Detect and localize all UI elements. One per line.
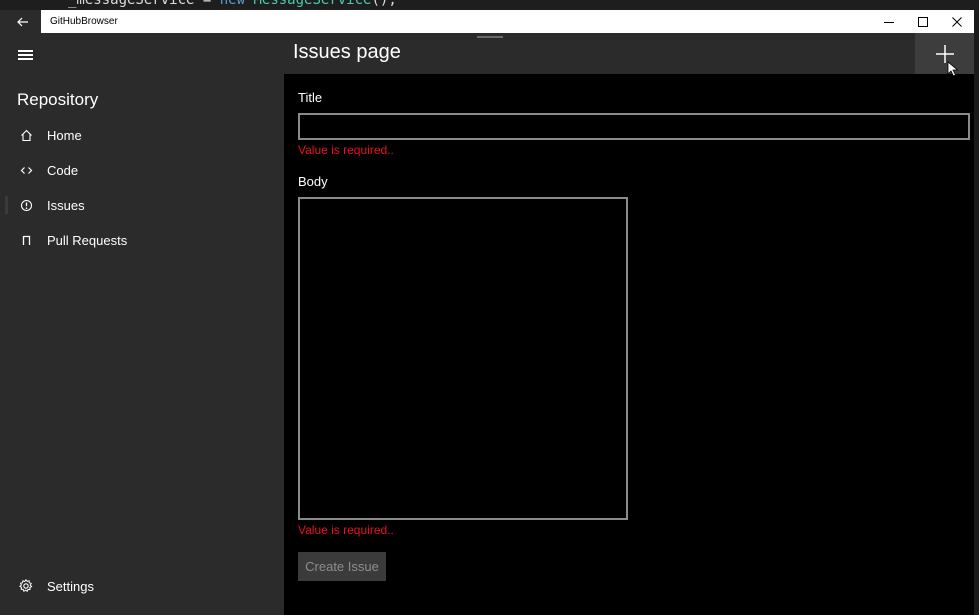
nav-item-label: Pull Requests bbox=[47, 232, 128, 248]
body-textarea[interactable] bbox=[298, 197, 628, 520]
nav-item-label: Home bbox=[47, 127, 82, 143]
mouse-cursor-icon bbox=[947, 61, 959, 77]
code-icon bbox=[19, 163, 33, 177]
hamburger-line bbox=[18, 58, 33, 60]
hamburger-line bbox=[18, 50, 33, 52]
window-controls bbox=[872, 10, 974, 33]
page-title: Issues page bbox=[293, 41, 401, 63]
code-line: _messageService = new MessageService(); bbox=[68, 0, 397, 8]
nav-item-code[interactable]: Code bbox=[5, 153, 284, 187]
nav-item-pull-requests[interactable]: Pull Requests bbox=[5, 223, 284, 257]
title-input[interactable] bbox=[298, 113, 970, 140]
title-bar: GitHubBrowser bbox=[5, 10, 974, 33]
window-right-edge bbox=[974, 10, 979, 615]
background-code-editor: _messageService = new MessageService(); bbox=[0, 0, 979, 10]
issues-icon bbox=[19, 198, 33, 212]
plus-icon bbox=[935, 44, 954, 63]
code-type: MessageService bbox=[245, 0, 372, 8]
code-keyword: new bbox=[219, 0, 246, 8]
navigation-pane: Repository Home Code Issues Pull Request… bbox=[5, 33, 284, 615]
maximize-icon bbox=[918, 16, 928, 27]
back-button[interactable] bbox=[5, 10, 41, 33]
pull-request-icon bbox=[19, 233, 33, 247]
title-label: Title bbox=[298, 90, 323, 105]
close-icon bbox=[952, 16, 962, 27]
nav-item-label: Issues bbox=[47, 197, 85, 213]
nav-item-issues[interactable]: Issues bbox=[5, 188, 284, 222]
nav-item-home[interactable]: Home bbox=[5, 118, 284, 152]
selection-indicator bbox=[5, 196, 8, 214]
nav-item-label: Code bbox=[47, 162, 79, 178]
title-error-message: Value is required.. bbox=[298, 143, 394, 157]
add-button[interactable] bbox=[915, 33, 974, 74]
page-header: Issues page bbox=[284, 33, 974, 77]
nav-item-label: Settings bbox=[47, 578, 94, 594]
close-button[interactable] bbox=[940, 10, 974, 33]
nav-item-settings[interactable]: Settings bbox=[5, 569, 284, 603]
app-title: GitHubBrowser bbox=[50, 16, 118, 27]
minimize-button[interactable] bbox=[872, 10, 906, 33]
hamburger-line bbox=[18, 54, 33, 56]
minimize-icon bbox=[884, 21, 894, 23]
body-error-message: Value is required.. bbox=[298, 523, 394, 537]
body-label: Body bbox=[298, 174, 328, 189]
code-field: _messageService bbox=[68, 0, 195, 8]
create-issue-button[interactable]: Create Issue bbox=[298, 552, 386, 581]
drag-handle[interactable] bbox=[477, 36, 503, 38]
back-arrow-icon bbox=[17, 17, 28, 26]
main-content: Issues page Title Value is required.. Bo… bbox=[284, 33, 974, 615]
code-punct: (); bbox=[371, 0, 397, 8]
home-icon bbox=[19, 128, 33, 142]
gear-icon bbox=[19, 579, 33, 593]
maximize-button[interactable] bbox=[906, 10, 940, 33]
hamburger-menu-button[interactable] bbox=[18, 47, 34, 61]
code-operator: = bbox=[194, 0, 220, 8]
nav-header: Repository bbox=[17, 90, 99, 109]
